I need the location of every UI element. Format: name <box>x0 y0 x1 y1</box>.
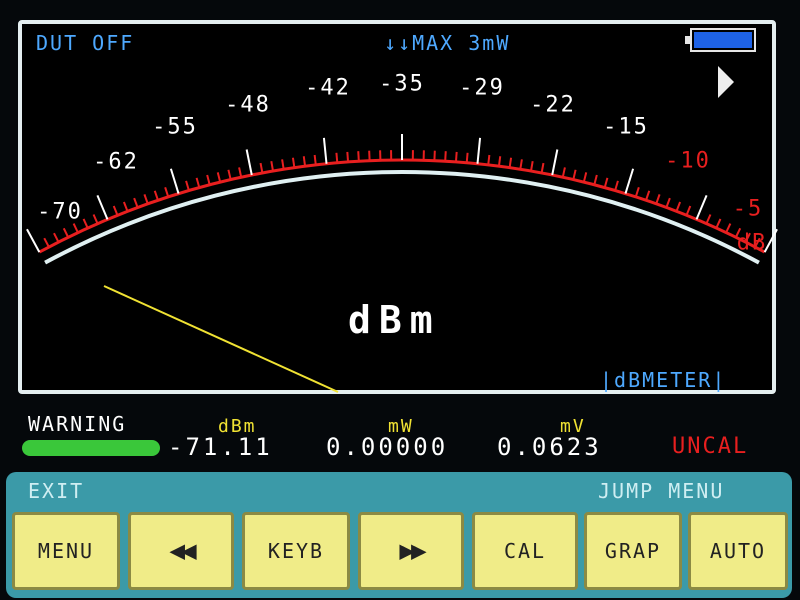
minor-tick <box>444 151 447 162</box>
fast-forward-icon: ▶▶ <box>399 536 426 566</box>
reading-mw: 0.00000 <box>326 433 449 461</box>
minor-tick <box>72 223 79 234</box>
minor-tick <box>92 214 99 225</box>
minor-tick <box>634 187 640 198</box>
minor-tick <box>603 177 609 188</box>
scale-label: -55 <box>152 114 198 140</box>
minor-tick <box>291 157 296 168</box>
major-tick <box>624 168 635 194</box>
major-tick <box>551 149 559 176</box>
minor-tick <box>540 162 545 174</box>
major-tick <box>96 195 109 220</box>
mode-tag: |dBMETER| <box>600 368 727 392</box>
minor-tick <box>82 218 89 229</box>
auto-button[interactable]: AUTO <box>688 512 788 590</box>
minor-tick <box>227 169 232 180</box>
minor-tick <box>281 159 285 170</box>
scale-label: -62 <box>93 149 139 175</box>
warning-indicator-bar <box>22 440 160 456</box>
scale-label: -35 <box>379 71 425 97</box>
uncal-status: UNCAL <box>672 434 749 459</box>
minor-tick <box>185 180 190 191</box>
exit-label[interactable]: EXIT <box>28 479 84 503</box>
scale-label: -42 <box>305 75 351 101</box>
minor-tick <box>725 223 732 234</box>
scale-label: -15 <box>603 114 649 140</box>
fast-forward-button[interactable]: ▶▶ <box>358 512 464 590</box>
graph-button-label: GRAP <box>604 539 662 563</box>
minor-tick <box>302 156 307 167</box>
major-tick <box>169 168 180 194</box>
device-screen: DUT OFF ↓↓MAX 3mW -70 -62 -55 -48 -42 -3… <box>0 0 800 600</box>
auto-button-label: AUTO <box>709 539 767 563</box>
keyboard-button[interactable]: KEYB <box>242 512 350 590</box>
menu-button-label: MENU <box>37 539 95 563</box>
scale-unit-label: dB <box>736 230 768 256</box>
minor-tick <box>572 169 577 180</box>
minor-tick <box>675 201 682 212</box>
minor-tick <box>705 214 712 225</box>
minor-tick <box>665 197 671 208</box>
meter-needle <box>103 285 339 393</box>
minor-tick <box>614 180 619 191</box>
cal-button[interactable]: CAL <box>472 512 578 590</box>
minor-tick <box>112 205 119 216</box>
reading-mv: 0.0623 <box>497 433 602 461</box>
reading-dbm: -71.11 <box>168 433 273 461</box>
scale-label: -29 <box>459 75 505 101</box>
major-tick <box>26 228 41 253</box>
minor-tick <box>465 152 469 163</box>
minor-tick <box>153 190 159 201</box>
scale-label: -22 <box>530 92 576 118</box>
minor-tick <box>270 161 274 172</box>
minor-tick <box>238 167 243 178</box>
minor-tick <box>655 194 661 205</box>
scale-arc-inner <box>44 170 760 265</box>
minor-tick <box>715 218 722 229</box>
cal-button-label: CAL <box>503 539 547 563</box>
jump-menu-label[interactable]: JUMP MENU <box>598 479 724 503</box>
minor-tick <box>122 201 129 212</box>
minor-tick <box>530 161 534 172</box>
major-tick <box>245 149 253 176</box>
minor-tick <box>313 154 317 166</box>
minor-tick <box>508 157 513 168</box>
menu-button[interactable]: MENU <box>12 512 120 590</box>
scale-label-warning: -10 <box>665 148 711 174</box>
major-tick <box>476 137 482 164</box>
minor-tick <box>164 187 170 198</box>
scale-label: -70 <box>37 199 83 225</box>
graph-button[interactable]: GRAP <box>584 512 682 590</box>
minor-tick <box>206 174 211 185</box>
minor-tick <box>519 159 523 170</box>
minor-tick <box>335 152 339 163</box>
rewind-icon: ◀◀ <box>169 536 196 566</box>
minor-tick <box>593 174 598 185</box>
minor-tick <box>645 190 651 201</box>
minor-tick <box>133 197 139 208</box>
scale-label-warning: -5 <box>732 196 764 222</box>
major-tick <box>322 137 328 164</box>
minor-tick <box>195 177 201 188</box>
warning-label: WARNING <box>28 412 127 436</box>
minor-tick <box>346 151 350 162</box>
minor-tick <box>487 154 491 166</box>
minor-tick <box>582 172 588 183</box>
minor-tick <box>561 167 566 178</box>
minor-tick <box>43 237 50 248</box>
minor-tick <box>216 172 222 183</box>
minor-tick <box>454 151 458 162</box>
minor-tick <box>259 162 264 174</box>
minor-tick <box>685 205 692 216</box>
minor-tick <box>497 156 502 167</box>
minor-tick <box>357 151 360 162</box>
keyboard-button-label: KEYB <box>267 539 325 563</box>
minor-tick <box>143 194 149 205</box>
major-tick <box>695 195 708 220</box>
minor-tick <box>62 227 70 238</box>
rewind-button[interactable]: ◀◀ <box>128 512 234 590</box>
meter-unit-label: dBm <box>348 298 441 342</box>
scale-label: -48 <box>225 92 271 118</box>
minor-tick <box>53 232 60 243</box>
